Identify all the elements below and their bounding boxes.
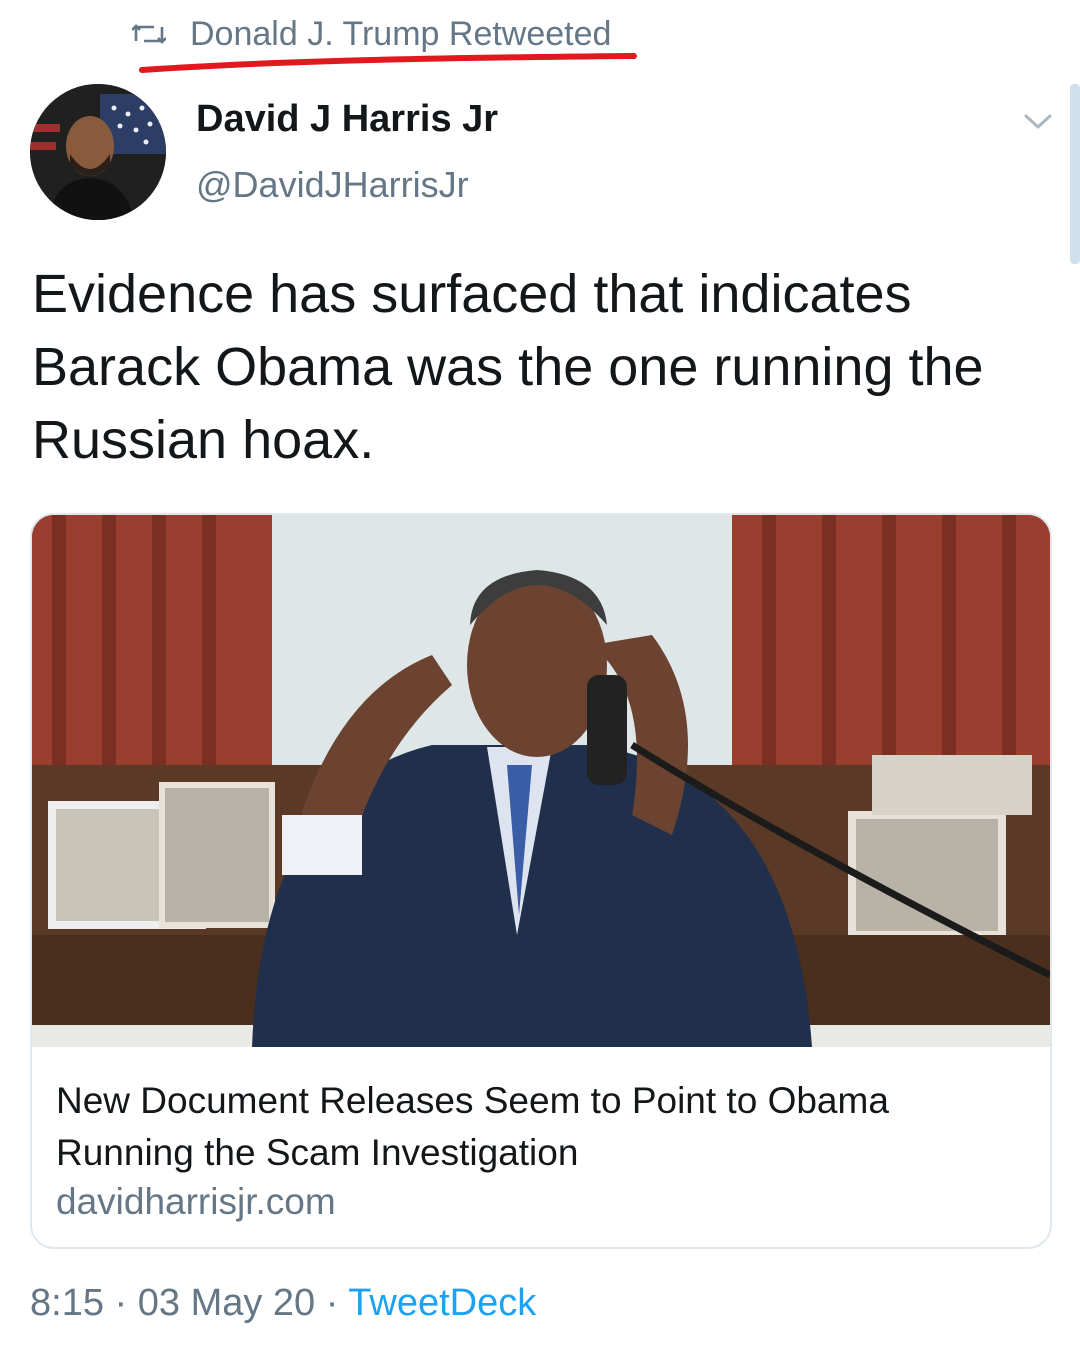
red-underline-annotation	[139, 53, 637, 73]
meta-separator: ·	[315, 1282, 349, 1324]
tweet-text: Evidence has surfaced that indicates Bar…	[32, 264, 984, 470]
retweet-icon	[132, 24, 166, 44]
author-handle[interactable]: @DavidJHarrisJr	[196, 164, 469, 206]
avatar[interactable]	[30, 84, 166, 220]
tweet-date: 03 May 20	[137, 1282, 316, 1324]
author-name[interactable]: David J Harris Jr	[196, 98, 498, 141]
chevron-down-icon[interactable]	[1020, 108, 1056, 134]
meta-separator: ·	[103, 1282, 138, 1324]
card-domain: davidharrisjr.com	[56, 1181, 336, 1222]
link-card[interactable]: New Document Releases Seem to Point to O…	[30, 513, 1052, 1249]
card-title: New Document Releases Seem to Point to O…	[56, 1080, 889, 1173]
scrollbar[interactable]	[1070, 84, 1080, 264]
avatar-image	[30, 84, 166, 220]
card-image	[32, 515, 1050, 1047]
tweet-source-link[interactable]: TweetDeck	[348, 1282, 536, 1324]
tweet-meta: 8:15 · 03 May 20 · TweetDeck	[30, 1282, 536, 1325]
tweet-time: 8:15	[30, 1282, 104, 1324]
